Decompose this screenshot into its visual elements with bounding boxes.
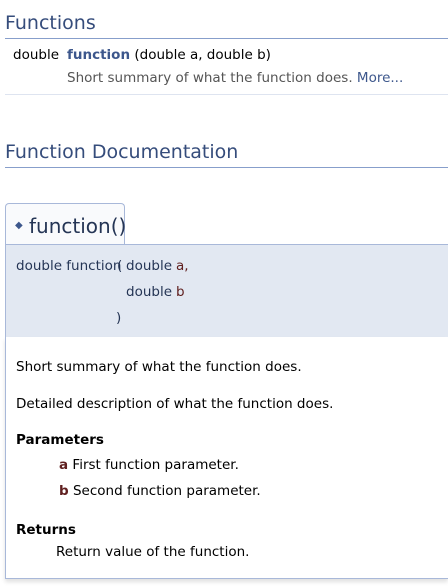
functions-heading: Functions [5, 12, 448, 39]
parameter-item: b Second function parameter. [59, 483, 261, 499]
summary-return-type: double [13, 47, 60, 63]
brief-description: Short summary of what the function does. [16, 359, 302, 375]
member-documentation: Short summary of what the function does.… [5, 337, 448, 579]
documentation-heading: Function Documentation [5, 141, 448, 168]
proto-param1-type: double [126, 258, 173, 274]
parameter-name: a [59, 457, 69, 473]
proto-param2-name: b [176, 284, 185, 300]
diamond-icon: ◆ [15, 220, 23, 231]
parameters-heading: Parameters [16, 432, 104, 448]
function-summary-table: double function (double a, double b) Sho… [5, 40, 448, 95]
summary-signature-params: (double a, double b) [134, 47, 271, 63]
returns-heading: Returns [16, 522, 76, 538]
proto-param1-name: a, [176, 258, 189, 274]
parameter-description: First function parameter. [72, 457, 239, 473]
more-link[interactable]: More... [357, 70, 403, 86]
member-title-tab: ◆ function() [5, 203, 127, 245]
summary-signature: function (double a, double b) [67, 47, 271, 63]
proto-return-and-name: double function [16, 258, 122, 274]
proto-close-paren: ) [116, 310, 122, 326]
member-title: function() [29, 214, 127, 238]
summary-description: Short summary of what the function does.… [67, 70, 403, 86]
member-prototype: double function ( double a, double b ) [5, 244, 448, 337]
proto-param2-type: double [126, 284, 173, 300]
detailed-description: Detailed description of what the functio… [16, 396, 334, 412]
parameter-description: Second function parameter. [72, 483, 261, 499]
summary-description-text: Short summary of what the function does. [67, 70, 353, 86]
returns-description: Return value of the function. [56, 544, 250, 560]
proto-open-paren: ( [117, 258, 123, 274]
function-link[interactable]: function [67, 47, 130, 63]
parameter-item: a First function parameter. [59, 457, 239, 473]
parameter-name: b [59, 483, 69, 499]
